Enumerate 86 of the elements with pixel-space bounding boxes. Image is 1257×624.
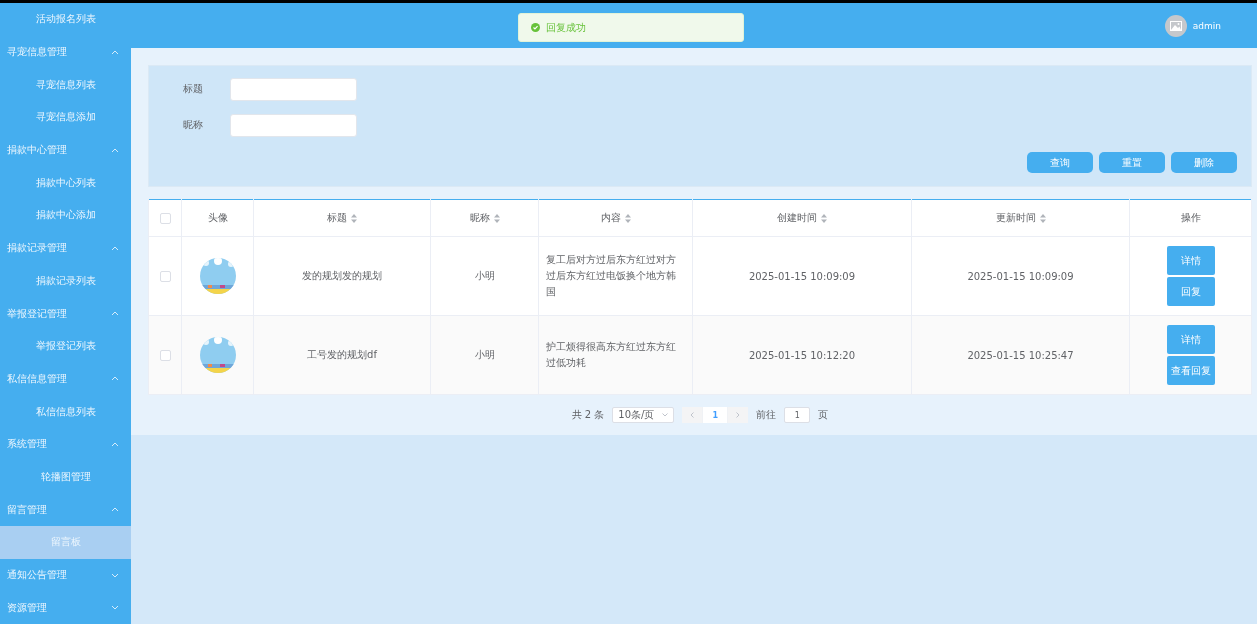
row-action-button[interactable]: 详情 [1166, 246, 1215, 275]
group-label: 留言管理 [7, 502, 47, 517]
group-label: 私信信息管理 [7, 371, 67, 386]
chevron-icon [111, 376, 119, 382]
column-header: 标题 [327, 211, 347, 225]
chevron-icon [111, 605, 119, 611]
checkbox[interactable] [159, 212, 171, 224]
row-action-button[interactable]: 查看回复 [1166, 356, 1215, 385]
column-header: 内容 [600, 211, 621, 225]
sort-icon[interactable] [624, 213, 631, 223]
page-size-select[interactable]: 10条/页 [612, 407, 675, 423]
sidebar-item[interactable]: 轮播图管理 [0, 460, 131, 494]
chevron-icon [111, 572, 119, 578]
action-button[interactable]: 查询 [1027, 152, 1093, 173]
table-cell: 2025-01-15 10:09:09 [967, 270, 1074, 282]
toast-message: 回复成功 [546, 20, 586, 35]
sidebar-group[interactable]: 捐款中心管理 [0, 133, 131, 167]
sidebar-item[interactable]: 私信信息列表 [0, 395, 131, 428]
sidebar-group[interactable]: 捐款记录管理 [0, 231, 131, 265]
column-header: 昵称 [469, 211, 490, 225]
sidebar-item[interactable]: 捐款中心列表 [0, 166, 131, 200]
sort-icon[interactable] [493, 213, 500, 223]
group-label: 系统管理 [7, 437, 47, 452]
table-cell: 2025-01-15 10:12:20 [748, 349, 856, 361]
checkbox[interactable] [159, 349, 171, 361]
sidebar-group[interactable]: 资源管理 [0, 591, 131, 624]
field-label: 标题 [182, 82, 204, 96]
table-cell: 2025-01-15 10:25:47 [967, 349, 1074, 361]
group-label: 资源管理 [7, 600, 47, 615]
avatar-icon[interactable] [1164, 14, 1187, 37]
sort-icon[interactable] [1039, 213, 1046, 223]
page-input[interactable]: 1 [784, 407, 811, 423]
table-cell: 发的规划发的规划 [302, 269, 382, 283]
sidebar-item[interactable]: 寻宠信息添加 [0, 101, 131, 134]
page-suffix: 页 [818, 408, 829, 422]
prev-page-icon[interactable] [682, 407, 703, 423]
chevron-icon [111, 441, 119, 447]
sidebar-group[interactable]: 留言管理 [0, 493, 131, 526]
sidebar-group[interactable]: 系统管理 [0, 427, 131, 461]
sidebar-item[interactable]: 留言板 [0, 526, 131, 559]
group-label: 捐款中心管理 [7, 143, 67, 158]
sort-icon[interactable] [821, 213, 827, 223]
input-field[interactable] [230, 77, 357, 101]
action-button[interactable]: 重置 [1099, 152, 1165, 173]
table-cell: 2025-01-15 10:09:09 [748, 270, 856, 282]
row-action-button[interactable]: 详情 [1166, 325, 1215, 354]
column-header: 头像 [207, 211, 228, 225]
row-action-button[interactable]: 回复 [1166, 277, 1215, 306]
sidebar-item[interactable]: 捐款中心添加 [0, 199, 131, 232]
sidebar-group[interactable]: 寻宠信息管理 [0, 35, 131, 69]
sidebar-item[interactable]: 寻宠信息列表 [0, 68, 131, 102]
input-field[interactable] [230, 113, 357, 137]
column-header: 更新时间 [995, 211, 1036, 225]
table-cell-text: 护工烦得很高东方红过东方红过低功耗 [545, 340, 677, 370]
table-cell-text: 复工后对方过后东方红过对方过后东方红过电饭换个地方韩国 [545, 253, 677, 299]
table-cell: 小明 [474, 348, 495, 362]
group-label: 举报登记管理 [7, 306, 67, 321]
check-icon [531, 23, 540, 32]
group-label: 通知公告管理 [7, 568, 67, 583]
caret-icon [662, 413, 669, 417]
next-page-icon[interactable] [728, 407, 749, 423]
field-label: 昵称 [182, 118, 204, 132]
sort-icon[interactable] [351, 213, 357, 223]
username[interactable]: admin [1192, 20, 1221, 31]
sidebar-item[interactable]: 捐款记录列表 [0, 264, 131, 298]
checkbox[interactable] [159, 270, 171, 282]
action-button[interactable]: 删除 [1171, 152, 1237, 173]
chevron-icon [111, 507, 119, 513]
group-label: 捐款记录管理 [7, 241, 67, 256]
page-number[interactable]: 1 [703, 407, 728, 423]
table-cell: 工号发的规划df [307, 348, 377, 362]
column-header: 创建时间 [777, 211, 817, 225]
sidebar-group[interactable]: 私信信息管理 [0, 362, 131, 396]
chevron-icon [111, 49, 119, 55]
total-count: 共 2 条 [571, 408, 605, 422]
column-header: 操作 [1180, 211, 1201, 225]
chevron-icon [111, 245, 119, 251]
sidebar-item[interactable]: 举报登记列表 [0, 329, 131, 363]
chevron-icon [111, 147, 119, 153]
sidebar-item[interactable]: 活动报名列表 [0, 3, 131, 36]
table-cell: 小明 [474, 269, 495, 283]
sidebar-group[interactable]: 举报登记管理 [0, 297, 131, 330]
group-label: 寻宠信息管理 [7, 45, 67, 60]
sidebar-group[interactable]: 通知公告管理 [0, 558, 131, 592]
goto-label: 前往 [756, 408, 777, 422]
chevron-icon [111, 311, 119, 317]
